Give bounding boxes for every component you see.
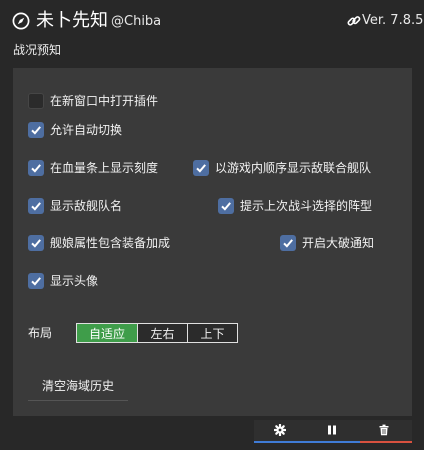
- heavy-damage-checkbox[interactable]: 开启大破通知: [280, 234, 374, 252]
- auto-switch-checkbox[interactable]: 允许自动切换: [28, 121, 122, 139]
- trash-icon: [379, 424, 389, 436]
- compass-icon: [12, 12, 30, 30]
- check-icon: [196, 164, 206, 173]
- check-icon: [31, 126, 41, 135]
- hp-scale-checkbox[interactable]: 在血量条上显示刻度: [28, 159, 158, 177]
- check-icon: [221, 202, 231, 211]
- toolbar-active-indicator: [254, 441, 360, 443]
- version-label: Ver. 7.8.5: [362, 13, 424, 28]
- avatar-checkbox[interactable]: 显示头像: [28, 272, 98, 290]
- last-formation-checkbox[interactable]: 提示上次战斗选择的阵型: [218, 197, 372, 215]
- delete-button[interactable]: [358, 420, 410, 440]
- check-icon: [31, 164, 41, 173]
- checkbox-box[interactable]: [28, 198, 44, 214]
- new-window-label: 在新窗口中打开插件: [50, 94, 159, 108]
- checkbox-box[interactable]: [28, 93, 44, 109]
- section-title: 战况预知: [13, 43, 62, 57]
- check-icon: [31, 277, 41, 286]
- checkbox-box[interactable]: [28, 160, 44, 176]
- avatar-label: 显示头像: [50, 274, 99, 288]
- checkbox-box[interactable]: [28, 235, 44, 251]
- checkbox-box[interactable]: [218, 198, 234, 214]
- checkbox-box[interactable]: [193, 160, 209, 176]
- equip-bonus-label: 舰娘属性包含装备加成: [50, 236, 171, 250]
- enemy-fleet-name-checkbox[interactable]: 显示敌舰队名: [28, 197, 122, 215]
- new-window-checkbox[interactable]: 在新窗口中打开插件: [28, 92, 158, 110]
- app-title: 未卜先知: [36, 10, 108, 31]
- ingame-order-label: 以游戏内顺序显示敌联合舰队: [215, 161, 372, 175]
- heavy-damage-label: 开启大破通知: [302, 236, 375, 250]
- toolbar-warning-indicator: [360, 441, 412, 443]
- settings-panel: 在新窗口中打开插件 允许自动切换 在血量条上显示刻度 以游戏内顺序显示敌联合舰队…: [13, 68, 412, 416]
- last-formation-label: 提示上次战斗选择的阵型: [240, 199, 373, 213]
- bottom-toolbar: [254, 420, 412, 443]
- check-icon: [283, 239, 293, 248]
- check-icon: [31, 239, 41, 248]
- checkbox-box[interactable]: [28, 122, 44, 138]
- hp-scale-label: 在血量条上显示刻度: [50, 161, 159, 175]
- clear-history-button[interactable]: 清空海域历史: [28, 370, 128, 401]
- pause-button[interactable]: [306, 420, 358, 440]
- checkbox-box[interactable]: [280, 235, 296, 251]
- header: 未卜先知 @Chiba Ver. 7.8.5 战况预知: [0, 0, 424, 64]
- layout-option-horizontal[interactable]: 左右: [137, 323, 188, 343]
- settings-button[interactable]: [254, 420, 306, 440]
- layout-label: 布局: [28, 326, 53, 340]
- ingame-order-checkbox[interactable]: 以游戏内顺序显示敌联合舰队: [193, 159, 371, 177]
- enemy-fleet-name-label: 显示敌舰队名: [50, 199, 123, 213]
- gear-icon: [274, 424, 286, 436]
- author-label: @Chiba: [111, 14, 162, 29]
- check-icon: [31, 202, 41, 211]
- layout-option-adaptive[interactable]: 自适应: [76, 323, 138, 343]
- layout-option-vertical[interactable]: 上下: [187, 323, 238, 343]
- checkbox-box[interactable]: [28, 273, 44, 289]
- auto-switch-label: 允许自动切换: [50, 123, 123, 137]
- link-icon[interactable]: [347, 14, 361, 28]
- pause-icon: [328, 425, 336, 435]
- equip-bonus-checkbox[interactable]: 舰娘属性包含装备加成: [28, 234, 170, 252]
